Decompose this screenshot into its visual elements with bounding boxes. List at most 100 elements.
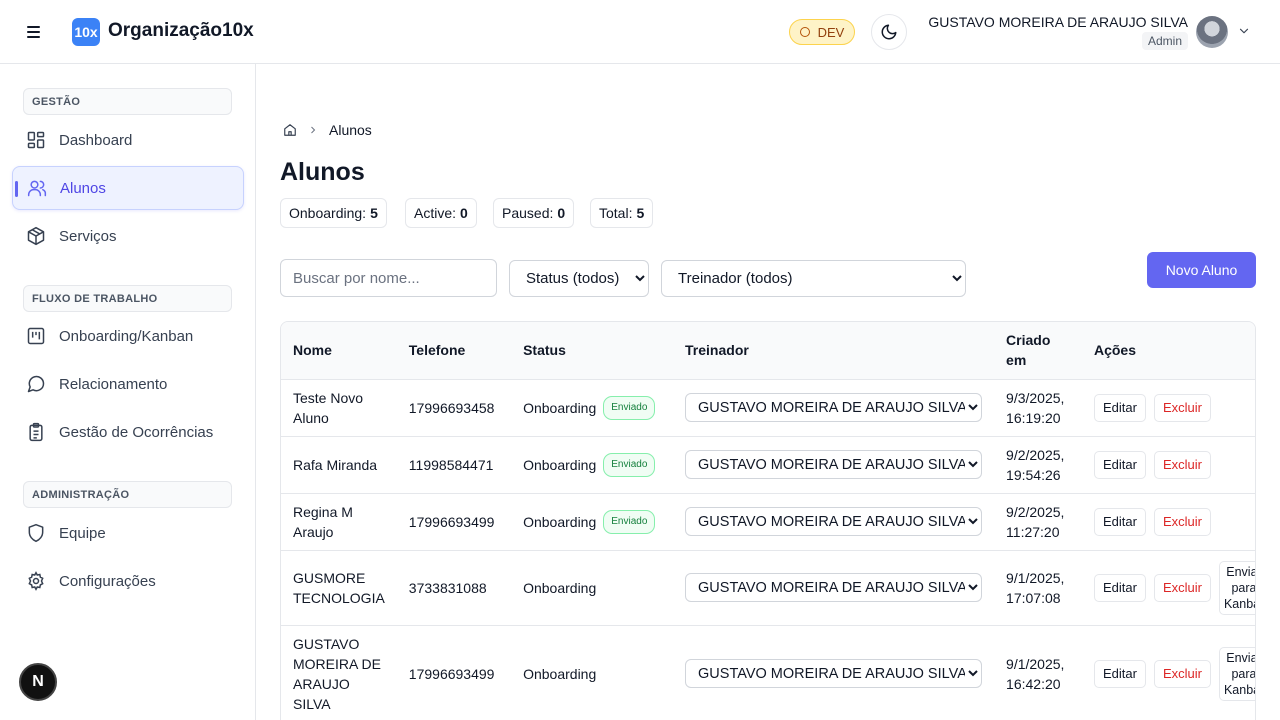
trainer-select[interactable]: GUSTAVO MOREIRA DE ARAUJO SILVA xyxy=(685,393,983,422)
cell-acoes: Editar Excluir xyxy=(1081,492,1255,550)
status-text: Onboarding xyxy=(523,579,597,596)
table-header-row: Nome Telefone Status Treinador Criado em… xyxy=(281,322,1255,379)
logo-badge: 10x xyxy=(72,18,100,46)
cell-telefone: 17996693499 xyxy=(396,492,512,550)
sidebar-item-label: Alunos xyxy=(60,179,106,197)
search-input[interactable] xyxy=(280,259,497,297)
cell-criado: 9/2/2025, 19:54:26 xyxy=(994,435,1082,493)
sidebar-item-configuracoes[interactable]: Configurações xyxy=(12,559,244,603)
delete-button[interactable]: Excluir xyxy=(1153,573,1211,602)
cell-treinador: GUSTAVO MOREIRA DE ARAUJO SILVA xyxy=(673,492,995,550)
table-row: Teste Novo Aluno 17996693458 Onboarding E… xyxy=(281,378,1255,436)
sidebar: GESTÃO Dashboard Alunos Serviços FLUXO D… xyxy=(0,64,256,720)
organization-name: Organização10x xyxy=(108,20,254,41)
user-role-badge: Admin xyxy=(1141,32,1188,50)
delete-button[interactable]: Excluir xyxy=(1153,507,1211,536)
status-badge: Enviado xyxy=(603,509,656,534)
cell-nome: Rafa Miranda xyxy=(281,435,397,493)
edit-button[interactable]: Editar xyxy=(1093,659,1146,688)
gear-icon xyxy=(26,571,46,591)
stat-label: Active: xyxy=(414,205,457,221)
active-indicator xyxy=(15,181,18,197)
sidebar-item-relacionamento[interactable]: Relacionamento xyxy=(12,362,244,406)
trainer-select[interactable]: GUSTAVO MOREIRA DE ARAUJO SILVA xyxy=(685,659,983,689)
menu-icon[interactable] xyxy=(24,22,44,42)
stat-onboarding: Onboarding: 5 xyxy=(280,198,387,228)
home-icon[interactable] xyxy=(283,123,297,137)
kanban-icon xyxy=(26,326,46,346)
sidebar-item-label: Dashboard xyxy=(59,131,133,149)
send-to-kanban-button[interactable]: Enviar para Kanban xyxy=(1218,646,1255,701)
trainer-select[interactable]: GUSTAVO MOREIRA DE ARAUJO SILVA xyxy=(685,507,983,536)
stat-label: Onboarding: xyxy=(289,205,367,221)
cell-nome: GUSMORE TECNOLOGIA xyxy=(281,549,397,625)
user-name: GUSTAVO MOREIRA DE ARAUJO SILVA xyxy=(928,14,1188,30)
cell-criado: 9/3/2025, 16:19:20 xyxy=(994,378,1082,436)
dashboard-icon xyxy=(26,130,46,150)
send-to-kanban-button[interactable]: Enviar para Kanban xyxy=(1218,560,1255,615)
sidebar-item-alunos[interactable]: Alunos xyxy=(12,166,244,210)
column-header: Treinador xyxy=(685,342,749,359)
table-row: GUSMORE TECNOLOGIA 3733831088 Onboarding… xyxy=(281,549,1255,625)
cell-acoes: Editar Excluir xyxy=(1081,435,1255,493)
delete-button[interactable]: Excluir xyxy=(1153,450,1211,479)
new-student-button[interactable]: Novo Aluno xyxy=(1147,252,1256,288)
shield-icon xyxy=(26,523,46,543)
cell-acoes: EditarExcluirEnviar para Kanban xyxy=(1081,624,1255,720)
edit-button[interactable]: Editar xyxy=(1093,450,1146,479)
sidebar-item-servicos[interactable]: Serviços xyxy=(12,214,244,258)
status-text: Onboarding xyxy=(523,513,597,530)
sidebar-item-equipe[interactable]: Equipe xyxy=(12,511,244,555)
cell-telefone: 17996693499 xyxy=(396,624,512,720)
sidebar-item-dashboard[interactable]: Dashboard xyxy=(12,118,244,162)
table-row: GUSTAVO MOREIRA DE ARAUJO SILVA 17996693… xyxy=(281,624,1255,720)
status-filter-select[interactable]: Status (todos) xyxy=(509,260,649,297)
delete-button[interactable]: Excluir xyxy=(1153,659,1211,688)
status-badge: Enviado xyxy=(603,395,656,420)
cell-criado: 9/1/2025, 17:07:08 xyxy=(994,549,1082,625)
env-badge: DEV xyxy=(789,19,855,45)
trainer-select[interactable]: GUSTAVO MOREIRA DE ARAUJO SILVA xyxy=(685,450,983,479)
package-icon xyxy=(26,226,46,246)
chevron-down-icon[interactable] xyxy=(1237,24,1251,38)
env-badge-label: DEV xyxy=(817,24,845,40)
breadcrumb: Alunos xyxy=(283,122,372,138)
cell-treinador: GUSTAVO MOREIRA DE ARAUJO SILVA xyxy=(673,549,995,625)
cell-acoes: EditarExcluirEnviar para Kanban xyxy=(1081,549,1255,625)
column-header: Nome xyxy=(293,342,332,359)
cell-status: Onboarding xyxy=(511,624,674,720)
trainer-select[interactable]: GUSTAVO MOREIRA DE ARAUJO SILVA xyxy=(685,573,983,602)
sidebar-item-ocorrencias[interactable]: Gestão de Ocorrências xyxy=(12,410,244,454)
sidebar-item-label: Serviços xyxy=(59,227,117,245)
theme-toggle-button[interactable] xyxy=(871,14,907,50)
cell-status: Onboarding Enviado xyxy=(511,435,674,493)
breadcrumb-current: Alunos xyxy=(329,122,372,138)
stat-total: Total: 5 xyxy=(590,198,654,228)
cell-status: Onboarding xyxy=(511,549,674,625)
cell-telefone: 17996693458 xyxy=(396,378,512,436)
moon-icon xyxy=(881,24,897,40)
cell-criado: 9/1/2025, 16:42:20 xyxy=(994,624,1082,720)
trainer-filter-select[interactable]: Treinador (todos) xyxy=(661,260,966,297)
edit-button[interactable]: Editar xyxy=(1093,507,1146,536)
stat-label: Total: xyxy=(599,205,633,221)
sidebar-item-label: Onboarding/Kanban xyxy=(59,327,194,345)
dev-tools-badge[interactable]: N xyxy=(19,663,57,701)
cell-status: Onboarding Enviado xyxy=(511,492,674,550)
top-bar: 10x Organização10x DEV GUSTAVO MOREIRA D… xyxy=(0,0,1280,64)
avatar[interactable] xyxy=(1196,16,1228,48)
delete-button[interactable]: Excluir xyxy=(1153,393,1211,422)
cell-treinador: GUSTAVO MOREIRA DE ARAUJO SILVA xyxy=(673,378,995,436)
stat-value: 5 xyxy=(370,205,378,221)
clipboard-icon xyxy=(26,422,46,442)
sidebar-section-fluxo: FLUXO DE TRABALHO xyxy=(23,285,232,312)
chat-icon xyxy=(26,374,46,394)
edit-button[interactable]: Editar xyxy=(1093,393,1146,422)
column-header: Ações xyxy=(1093,342,1137,359)
sidebar-item-onboarding-kanban[interactable]: Onboarding/Kanban xyxy=(12,314,244,358)
cell-criado: 9/2/2025, 11:27:20 xyxy=(994,492,1082,550)
status-text: Onboarding xyxy=(523,456,597,473)
sidebar-item-label: Relacionamento xyxy=(59,375,168,393)
edit-button[interactable]: Editar xyxy=(1093,573,1146,602)
sidebar-section-gestao: GESTÃO xyxy=(23,88,232,115)
